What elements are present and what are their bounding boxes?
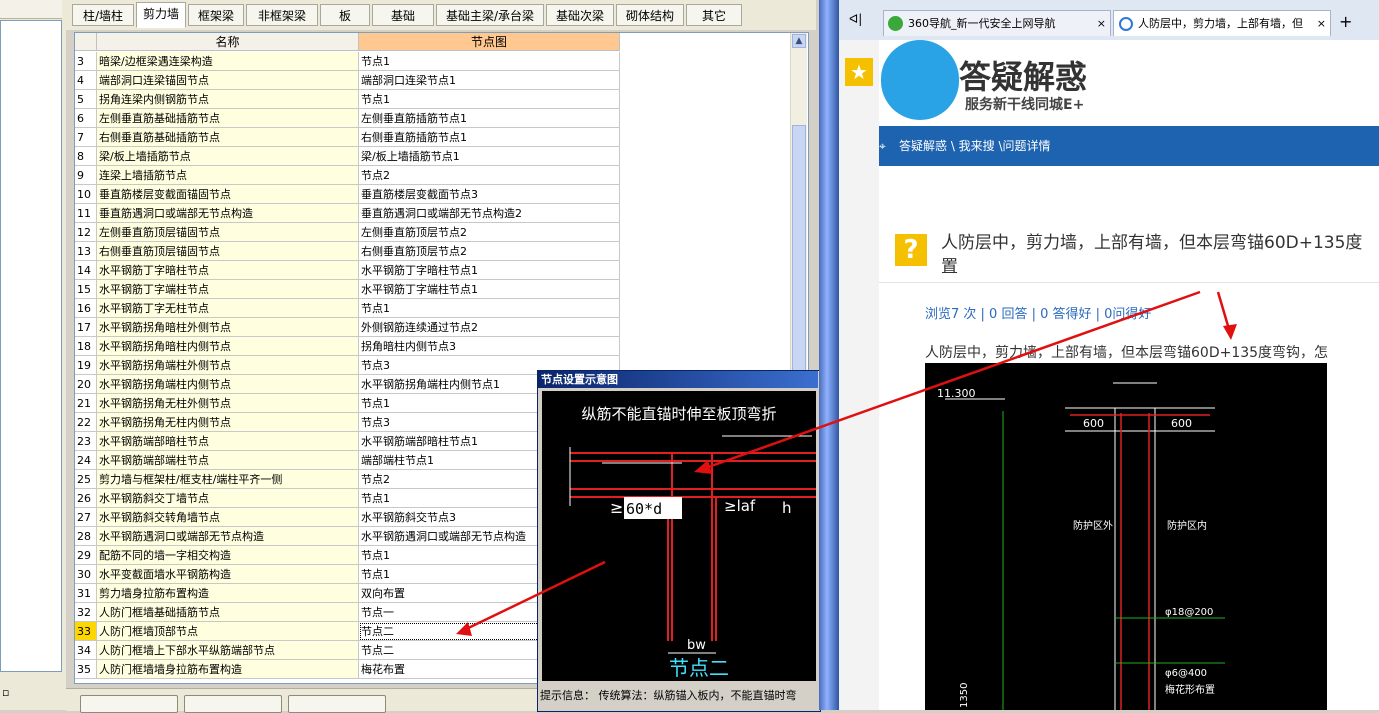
arrowhead-question xyxy=(1223,324,1237,340)
arrow-to-row-33 xyxy=(459,560,606,634)
arrowhead-row-33 xyxy=(456,622,472,636)
arrow-to-input xyxy=(699,290,1201,472)
annotation-arrows xyxy=(456,290,1237,636)
arrowhead-input xyxy=(694,460,712,474)
